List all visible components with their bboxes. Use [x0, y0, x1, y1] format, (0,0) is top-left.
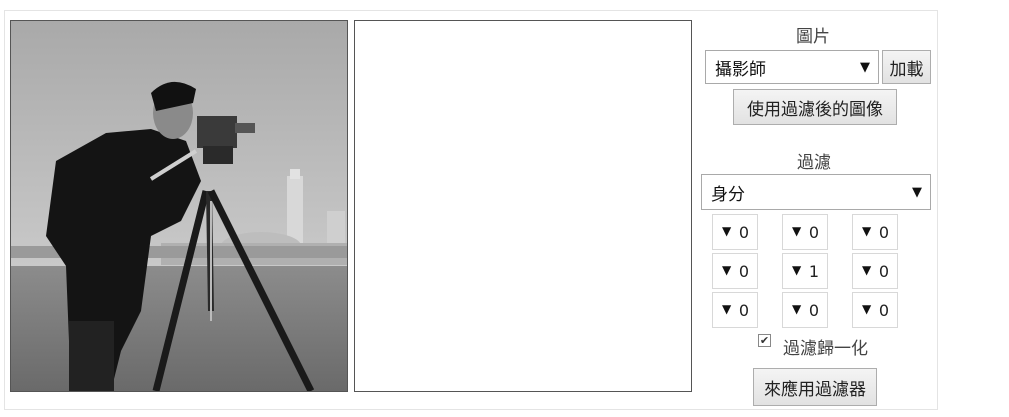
apply-filter-button[interactable]: 來應用過濾器 [753, 368, 877, 406]
kernel-cell-1-2[interactable]: ▼ 0 [852, 253, 898, 289]
filter-select-value: 身分 [711, 184, 745, 205]
triangle-down-icon: ▼ [722, 302, 732, 316]
triangle-down-icon: ▼ [792, 263, 802, 277]
kernel-cell-2-1[interactable]: ▼ 0 [782, 292, 828, 328]
triangle-down-icon: ▼ [862, 224, 872, 238]
check-icon: ✔ [759, 334, 770, 347]
kernel-cell-0-0[interactable]: ▼ 0 [712, 214, 758, 250]
kernel-cell-1-1[interactable]: ▼ 1 [782, 253, 828, 289]
triangle-down-icon: ▼ [860, 59, 870, 75]
image-select[interactable]: 攝影師 ▼ [705, 50, 879, 84]
normalize-label: 過濾歸一化 [783, 339, 868, 359]
load-button[interactable]: 加載 [882, 50, 931, 84]
triangle-down-icon: ▼ [722, 263, 732, 277]
kernel-cell-0-2[interactable]: ▼ 0 [852, 214, 898, 250]
triangle-down-icon: ▼ [792, 302, 802, 316]
image-select-value: 攝影師 [715, 59, 766, 80]
triangle-down-icon: ▼ [912, 184, 922, 200]
source-image [10, 20, 348, 392]
kernel-cell-0-1[interactable]: ▼ 0 [782, 214, 828, 250]
cameraman-photo [11, 21, 347, 391]
filter-section-title: 過濾 [797, 153, 831, 173]
kernel-cell-2-2[interactable]: ▼ 0 [852, 292, 898, 328]
image-section-title: 圖片 [796, 27, 830, 47]
triangle-down-icon: ▼ [862, 263, 872, 277]
kernel-cell-1-0[interactable]: ▼ 0 [712, 253, 758, 289]
triangle-down-icon: ▼ [862, 302, 872, 316]
kernel-cell-2-0[interactable]: ▼ 0 [712, 292, 758, 328]
triangle-down-icon: ▼ [722, 224, 732, 238]
filter-select[interactable]: 身分 ▼ [701, 174, 931, 210]
triangle-down-icon: ▼ [792, 224, 802, 238]
normalize-checkbox[interactable]: ✔ [758, 334, 771, 347]
filtered-output-canvas [354, 20, 692, 392]
use-filtered-image-button[interactable]: 使用過濾後的圖像 [733, 89, 897, 125]
